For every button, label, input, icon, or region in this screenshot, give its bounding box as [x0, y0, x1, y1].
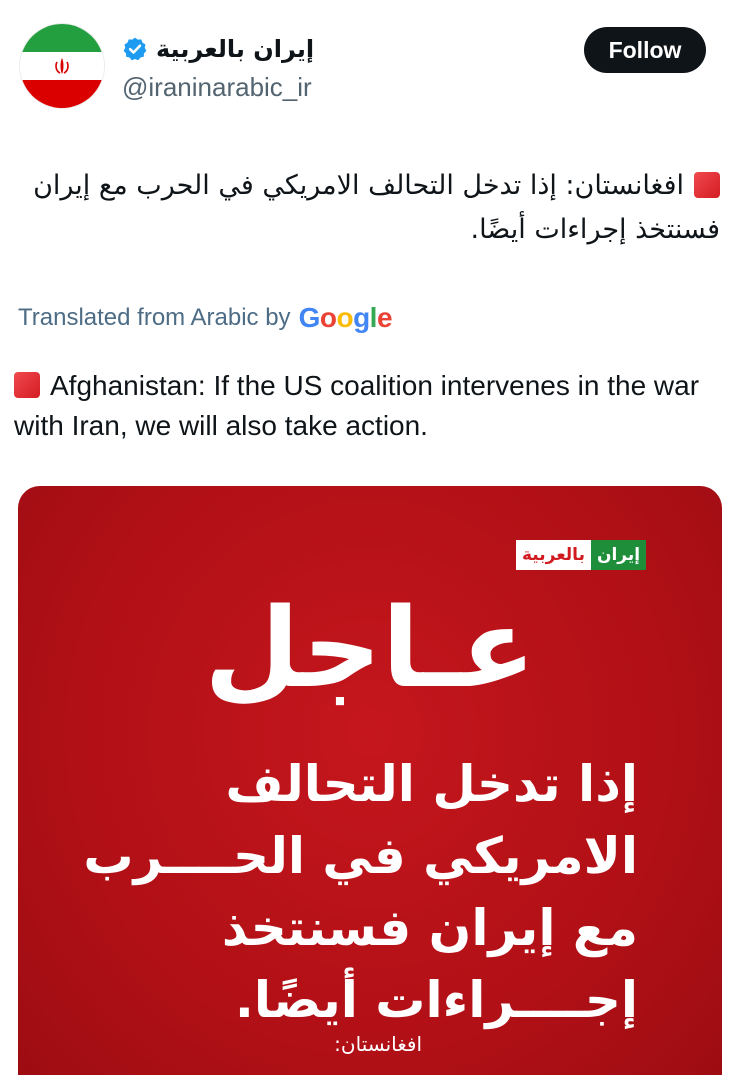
verified-badge-icon	[123, 37, 147, 61]
media-breaking-title: عـاجل	[204, 584, 536, 712]
tweet-media-image[interactable]: إيران بالعربية عـاجل إذا تدخل التحالف ال…	[18, 486, 722, 1075]
translation-attribution[interactable]: Translated from Arabic by Google	[18, 302, 393, 334]
tweet-arabic-body: افغانستان: إذا تدخل التحالف الامريكي في …	[33, 170, 720, 245]
display-name-row[interactable]: إيران بالعربية	[122, 32, 314, 66]
tweet-text-arabic: افغانستان: إذا تدخل التحالف الامريكي في …	[20, 164, 720, 252]
media-logo-part-arabic: بالعربية	[516, 540, 591, 570]
tweet-english-body: Afghanistan: If the US coalition interve…	[14, 370, 700, 441]
follow-button[interactable]: Follow	[584, 27, 706, 73]
media-logo-part-iran: إيران	[590, 540, 647, 570]
display-name[interactable]: إيران بالعربية	[156, 33, 314, 65]
google-logo: Google	[298, 302, 393, 333]
tweet-text-english: Afghanistan: If the US coalition interve…	[14, 366, 726, 446]
avatar-red-band	[20, 80, 104, 108]
red-square-icon	[694, 172, 720, 198]
user-handle[interactable]: @iraninarabic_ir	[122, 70, 312, 104]
media-channel-logo: إيران بالعربية	[516, 540, 647, 570]
iran-emblem-icon	[55, 58, 69, 74]
media-headline: إذا تدخل التحالف الامريكي في الحــــرب م…	[83, 755, 638, 1029]
avatar-green-band	[20, 24, 104, 52]
red-square-icon	[14, 372, 40, 398]
tweet-page: إيران بالعربية @iraninarabic_ir Follow ا…	[0, 0, 740, 1075]
avatar[interactable]	[20, 24, 104, 108]
media-source-label: افغانستان:	[334, 1032, 422, 1056]
translated-from-label: Translated from Arabic by	[18, 304, 291, 331]
